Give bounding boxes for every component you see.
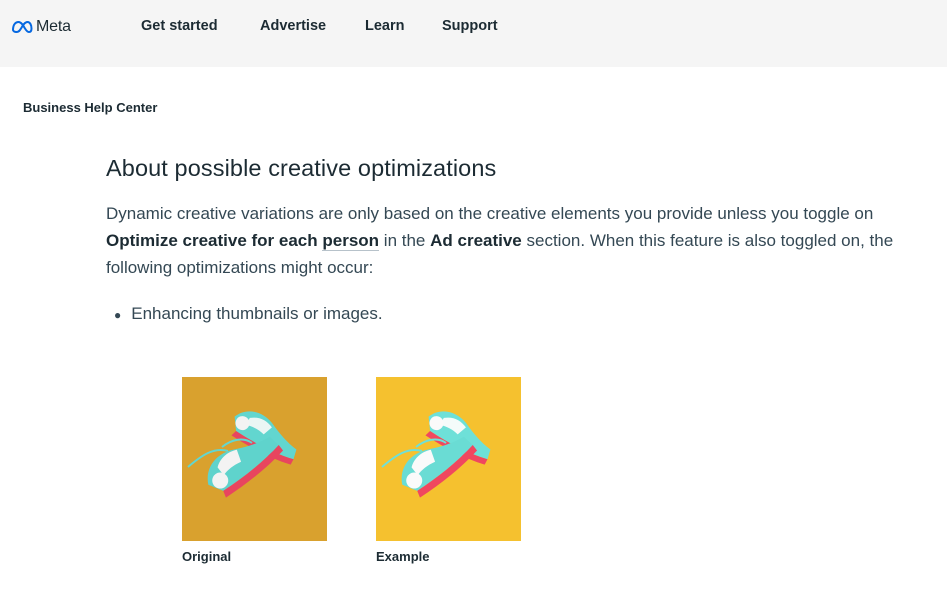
top-navigation: Meta Get started Advertise Learn Support <box>0 0 947 67</box>
nav-get-started[interactable]: Get started <box>141 18 218 34</box>
breadcrumb-business-help-center[interactable]: Business Help Center <box>23 100 157 115</box>
sneakers-original-image <box>182 377 327 541</box>
meta-infinity-icon <box>12 21 33 33</box>
figure-original: Original <box>182 377 327 564</box>
nav-support[interactable]: Support <box>442 18 498 34</box>
caption-example: Example <box>376 549 430 564</box>
paragraph-text-1: Dynamic creative variations are only bas… <box>106 204 874 223</box>
bullet-text: Enhancing thumbnails or images. <box>131 304 383 323</box>
person-link[interactable]: person <box>322 231 380 251</box>
nav-advertise[interactable]: Advertise <box>260 18 326 34</box>
bold-optimize-creative: Optimize creative for each <box>106 231 323 250</box>
article-paragraph: Dynamic creative variations are only bas… <box>106 200 926 281</box>
caption-original: Original <box>182 549 232 564</box>
bullet-dot-icon: ● <box>114 308 122 322</box>
page-title: About possible creative optimizations <box>106 155 497 181</box>
nav-learn[interactable]: Learn <box>365 18 405 34</box>
bold-ad-creative: Ad creative <box>430 231 522 250</box>
sneakers-example-image <box>376 377 521 541</box>
paragraph-text-2: in the <box>379 231 431 250</box>
meta-wordmark: Meta <box>36 18 71 35</box>
meta-logo[interactable]: Meta <box>11 16 71 38</box>
list-item: ● Enhancing thumbnails or images. <box>114 304 383 326</box>
figure-example: Example <box>376 377 521 564</box>
